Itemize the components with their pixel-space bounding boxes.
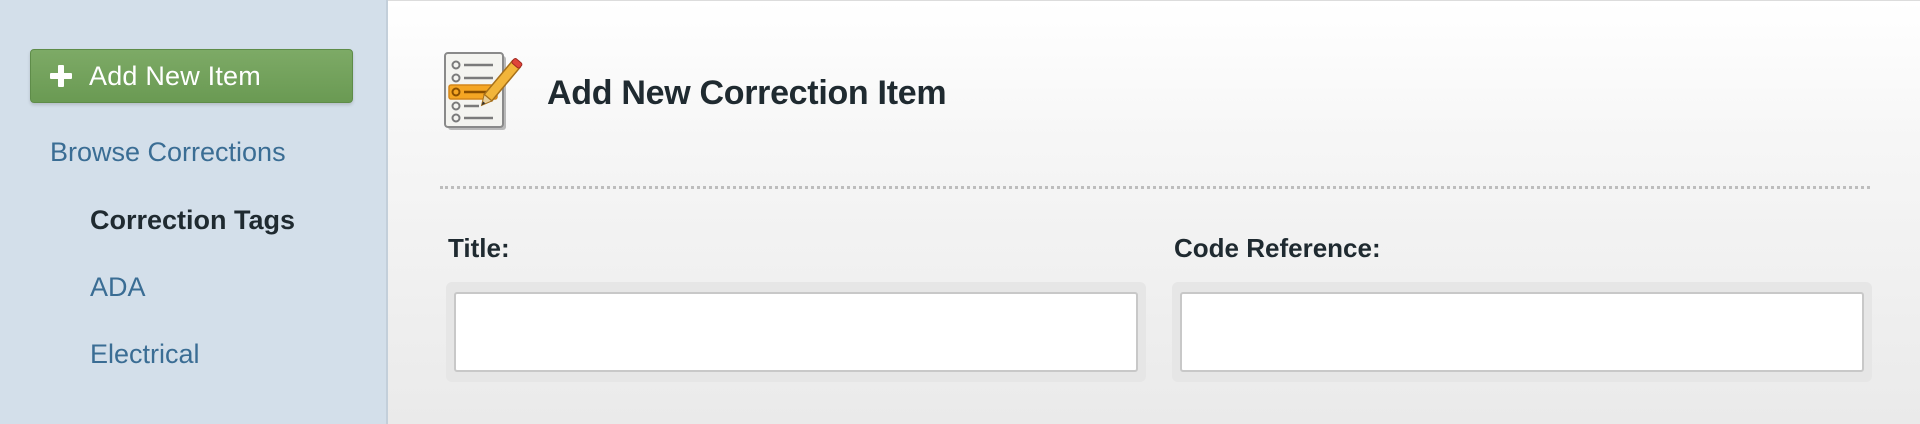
app-window: Add New Item Browse Corrections Correcti…: [0, 0, 1920, 424]
browse-corrections-link[interactable]: Browse Corrections: [50, 137, 386, 168]
page-title: Add New Correction Item: [547, 73, 947, 112]
header-divider: [440, 186, 1870, 189]
title-field-group: Title:: [446, 233, 1146, 382]
add-new-item-button[interactable]: Add New Item: [30, 49, 353, 103]
notepad-pencil-icon: [444, 52, 523, 130]
code-reference-input-wrapper: [1172, 282, 1872, 382]
title-input[interactable]: [454, 292, 1138, 372]
title-label: Title:: [448, 233, 510, 263]
sidebar-item-ada[interactable]: ADA: [90, 272, 386, 303]
code-reference-label: Code Reference:: [1174, 233, 1381, 263]
code-reference-input[interactable]: [1180, 292, 1864, 372]
main-content: Add New Correction Item Title: Code Refe…: [388, 0, 1920, 424]
page-header: Add New Correction Item: [443, 51, 947, 135]
code-reference-field-group: Code Reference:: [1172, 233, 1872, 382]
plus-icon: [49, 64, 73, 88]
title-input-wrapper: [446, 282, 1146, 382]
sidebar: Add New Item Browse Corrections Correcti…: [0, 0, 388, 424]
sidebar-item-electrical[interactable]: Electrical: [90, 339, 386, 370]
correction-tags-heading: Correction Tags: [90, 205, 296, 235]
add-new-item-label: Add New Item: [89, 60, 261, 91]
